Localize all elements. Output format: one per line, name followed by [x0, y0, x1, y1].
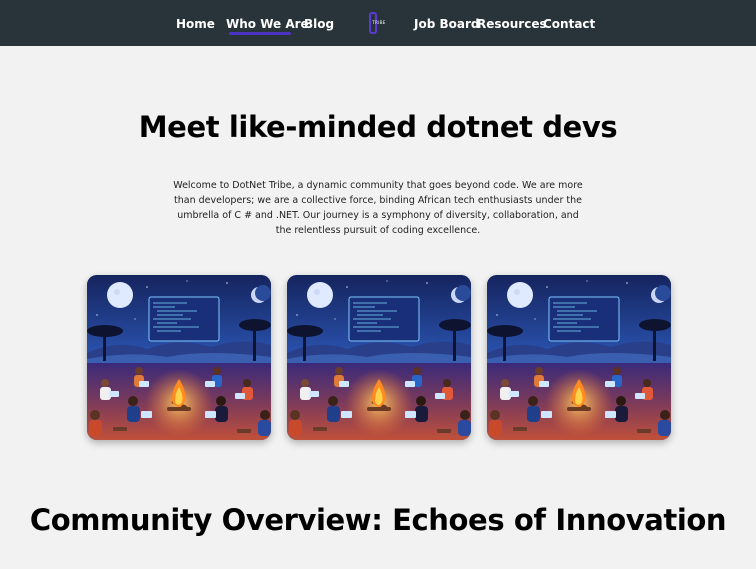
- community-overview-title: Community Overview: Echoes of Innovation: [29, 503, 727, 537]
- campfire-coders-illustration-icon: [87, 275, 271, 440]
- nav-job-board[interactable]: Job Board: [414, 16, 479, 32]
- campfire-coders-illustration-icon: [287, 275, 471, 440]
- nav-who-we-are[interactable]: Who We Are: [226, 16, 309, 32]
- gallery-card-1: [87, 275, 271, 440]
- campfire-coders-illustration-icon: [487, 275, 671, 440]
- dotnet-tribe-logo[interactable]: TRIBE: [366, 12, 392, 34]
- nav-resources[interactable]: Resources: [477, 16, 547, 32]
- logo-text: TRIBE: [372, 20, 386, 25]
- navbar: Home Who We Are Blog TRIBE Job Board Res…: [0, 0, 756, 46]
- hero-title: Meet like-minded dotnet devs: [138, 110, 618, 144]
- gallery-card-2: [287, 275, 471, 440]
- gallery-card-3: [487, 275, 671, 440]
- intro-paragraph: Welcome to DotNet Tribe, a dynamic commu…: [173, 180, 583, 236]
- nav-blog[interactable]: Blog: [304, 16, 334, 32]
- nav-active-indicator: [229, 32, 291, 35]
- nav-contact[interactable]: Contact: [543, 16, 595, 32]
- nav-home[interactable]: Home: [176, 16, 215, 32]
